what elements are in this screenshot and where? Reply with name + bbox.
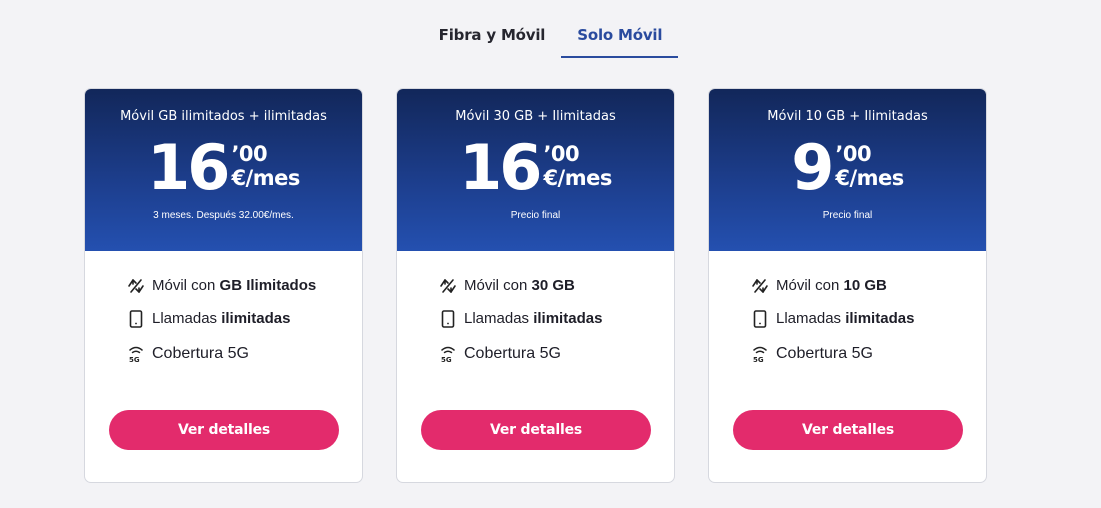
5g-icon: 5G <box>749 344 771 364</box>
price-cents: ’00 <box>543 142 580 166</box>
feature-calls-label: Llamadas <box>464 310 534 327</box>
feature-coverage-label: Cobertura 5G <box>464 344 561 362</box>
price-cents: ’00 <box>231 142 268 166</box>
price-unit: €/mes <box>543 166 612 190</box>
feature-calls-value: ilimitadas <box>533 310 603 327</box>
feature-calls-label: Llamadas <box>776 310 846 327</box>
svg-text:5G: 5G <box>753 356 764 363</box>
feature-coverage: 5G Cobertura 5G <box>125 337 316 370</box>
feature-coverage-label: Cobertura 5G <box>152 344 249 362</box>
price-integer: 16 <box>147 131 230 204</box>
plan-price: 16 ’00 €/mes <box>85 137 362 199</box>
data-arrows-icon <box>437 276 459 296</box>
plan-type-tabs: Fibra y Móvil Solo Móvil <box>0 22 1101 58</box>
price-integer: 16 <box>459 131 542 204</box>
price-note: 3 meses. Después 32.00€/mes. <box>153 210 294 221</box>
price-unit: €/mes <box>231 166 300 190</box>
data-arrows-icon <box>749 276 771 296</box>
price-note: Precio final <box>822 210 873 221</box>
feature-data: Móvil con 10 GB <box>749 269 914 302</box>
svg-text:5G: 5G <box>441 356 452 363</box>
feature-data: Móvil con GB Ilimitados <box>125 269 316 302</box>
tab-fibra-y-movil[interactable]: Fibra y Móvil <box>423 22 562 58</box>
plan-header: Móvil 10 GB + Ilimitadas 9 ’00 €/mes Pre… <box>709 89 986 251</box>
feature-coverage-label: Cobertura 5G <box>776 344 873 362</box>
feature-data-label: Móvil con <box>776 277 844 294</box>
feature-data-value: GB Ilimitados <box>219 277 317 294</box>
feature-list: Móvil con GB Ilimitados Llamadas ilimita… <box>125 269 316 370</box>
ver-detalles-button[interactable]: Ver detalles <box>733 410 963 450</box>
tab-solo-movil[interactable]: Solo Móvil <box>561 22 679 58</box>
price-integer: 9 <box>791 131 834 204</box>
feature-coverage: 5G Cobertura 5G <box>437 337 602 370</box>
phone-icon <box>437 309 459 329</box>
ver-detalles-button[interactable]: Ver detalles <box>109 410 339 450</box>
5g-icon: 5G <box>437 344 459 364</box>
feature-data: Móvil con 30 GB <box>437 269 602 302</box>
feature-data-label: Móvil con <box>464 277 532 294</box>
phone-icon <box>749 309 771 329</box>
feature-calls: Llamadas ilimitadas <box>749 302 914 335</box>
plan-name: Móvil 30 GB + Ilimitadas <box>455 109 616 124</box>
plan-price: 16 ’00 €/mes <box>397 137 674 199</box>
ver-detalles-button[interactable]: Ver detalles <box>421 410 651 450</box>
plan-header: Móvil GB ilimitados + ilimitadas 16 ’00 … <box>85 89 362 251</box>
plan-card: Móvil 30 GB + Ilimitadas 16 ’00 €/mes Pr… <box>396 88 675 483</box>
price-cents: ’00 <box>835 142 872 166</box>
data-arrows-icon <box>125 276 147 296</box>
feature-list: Móvil con 30 GB Llamadas ilimitadas 5G C… <box>437 269 602 370</box>
feature-coverage: 5G Cobertura 5G <box>749 337 914 370</box>
plan-price: 9 ’00 €/mes <box>709 137 986 199</box>
svg-text:5G: 5G <box>129 356 140 363</box>
plan-header: Móvil 30 GB + Ilimitadas 16 ’00 €/mes Pr… <box>397 89 674 251</box>
feature-calls-label: Llamadas <box>152 310 222 327</box>
plan-name: Móvil GB ilimitados + ilimitadas <box>120 109 327 124</box>
phone-icon <box>125 309 147 329</box>
feature-calls-value: ilimitadas <box>845 310 915 327</box>
price-unit: €/mes <box>835 166 904 190</box>
5g-icon: 5G <box>125 344 147 364</box>
feature-data-value: 10 GB <box>843 277 887 294</box>
plan-card: Móvil GB ilimitados + ilimitadas 16 ’00 … <box>84 88 363 483</box>
feature-calls-value: ilimitadas <box>221 310 291 327</box>
plan-cards: Móvil GB ilimitados + ilimitadas 16 ’00 … <box>84 88 987 483</box>
feature-calls: Llamadas ilimitadas <box>125 302 316 335</box>
plan-card: Móvil 10 GB + Ilimitadas 9 ’00 €/mes Pre… <box>708 88 987 483</box>
price-note: Precio final <box>510 210 561 221</box>
feature-list: Móvil con 10 GB Llamadas ilimitadas 5G C… <box>749 269 914 370</box>
plan-name: Móvil 10 GB + Ilimitadas <box>767 109 928 124</box>
feature-data-label: Móvil con <box>152 277 220 294</box>
feature-calls: Llamadas ilimitadas <box>437 302 602 335</box>
feature-data-value: 30 GB <box>531 277 575 294</box>
